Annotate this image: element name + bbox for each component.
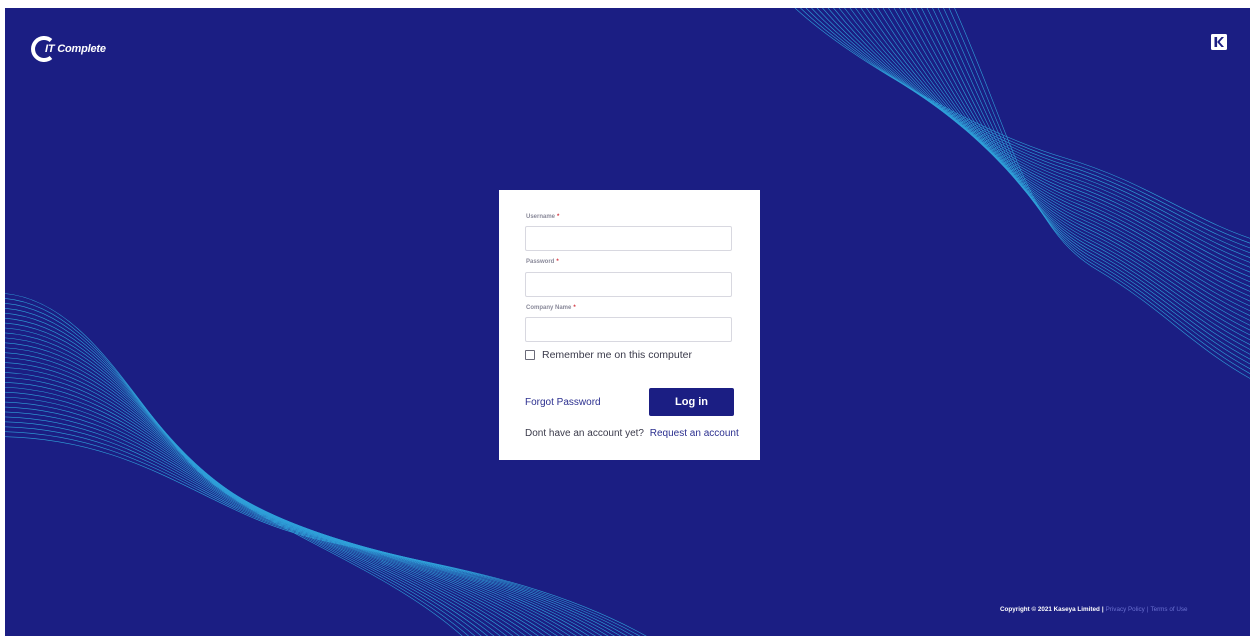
login-button[interactable]: Log in	[649, 388, 734, 416]
footer-separator: |	[1146, 606, 1149, 613]
logo-text: IT Complete	[45, 43, 106, 55]
required-marker: *	[556, 259, 559, 265]
required-marker: *	[557, 214, 560, 220]
privacy-policy-link[interactable]: Privacy Policy	[1106, 606, 1145, 613]
username-label: Username *	[526, 214, 559, 220]
password-label-text: Password	[526, 259, 555, 265]
kaseya-k-icon[interactable]	[1211, 34, 1227, 50]
remember-me-label[interactable]: Remember me on this computer	[542, 349, 692, 361]
footer: Copyright © 2021 Kaseya Limited | Privacy …	[1000, 606, 1188, 613]
company-name-label: Company Name *	[526, 305, 576, 311]
login-page-background: IT Complete Username * Password * Company …	[5, 8, 1250, 636]
username-label-text: Username	[526, 214, 556, 220]
request-account-link[interactable]: Request an account	[650, 428, 739, 439]
it-complete-logo[interactable]: IT Complete	[31, 36, 106, 62]
footer-separator: |	[1101, 606, 1104, 613]
password-label: Password *	[526, 259, 559, 265]
remember-me-checkbox[interactable]	[525, 350, 535, 360]
terms-of-use-link[interactable]: Terms of Use	[1150, 606, 1187, 613]
username-input[interactable]	[525, 226, 732, 251]
copyright-text: Copyright © 2021 Kaseya Limited	[1000, 606, 1100, 613]
remember-me-row[interactable]: Remember me on this computer	[525, 349, 692, 361]
request-account-row: Dont have an account yet? Request an acc…	[525, 428, 739, 439]
no-account-text: Dont have an account yet?	[525, 428, 644, 439]
password-input[interactable]	[525, 272, 732, 297]
required-marker: *	[573, 305, 576, 311]
forgot-password-link[interactable]: Forgot Password	[525, 397, 601, 408]
company-name-input[interactable]	[525, 317, 732, 342]
company-name-label-text: Company Name	[526, 305, 572, 311]
login-card: Username * Password * Company Name * Rememb…	[499, 190, 760, 460]
